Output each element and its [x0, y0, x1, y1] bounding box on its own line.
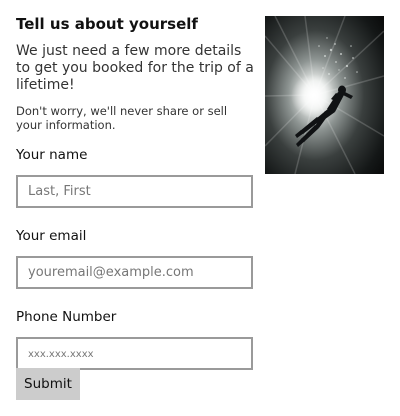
name-label: Your name — [16, 147, 88, 163]
signup-form: Tell us about yourself We just need a fe… — [16, 14, 254, 370]
name-input[interactable] — [16, 175, 253, 208]
diver-photo — [265, 16, 384, 174]
submit-button[interactable]: Submit — [16, 368, 80, 400]
phone-input[interactable] — [16, 337, 253, 370]
phone-field-group: Phone Number — [16, 309, 254, 370]
intro-text: We just need a few more details to get y… — [16, 43, 254, 93]
email-label: Your email — [16, 228, 87, 244]
phone-label: Phone Number — [16, 309, 117, 325]
email-field-group: Your email — [16, 228, 254, 289]
email-input[interactable] — [16, 256, 253, 289]
privacy-note: Don't worry, we'll never share or sell y… — [16, 104, 228, 132]
page-title: Tell us about yourself — [16, 15, 198, 33]
name-field-group: Your name — [16, 147, 254, 208]
